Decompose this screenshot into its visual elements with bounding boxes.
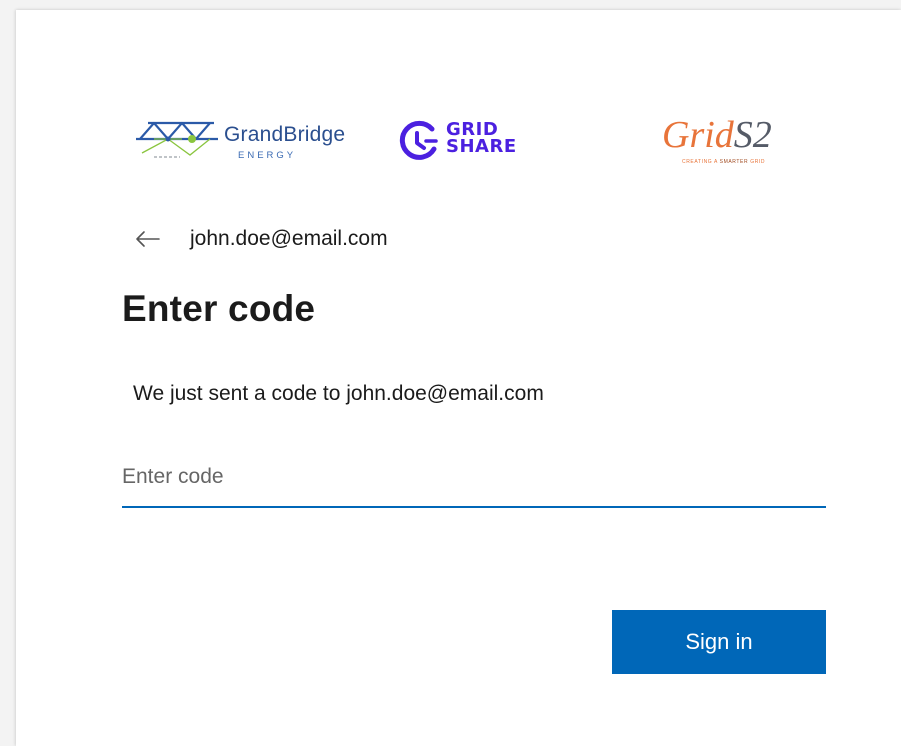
gridshare-logo-text: GRID SHARE bbox=[446, 121, 517, 157]
gridshare-logo: GRID SHARE bbox=[396, 119, 536, 165]
identity-banner: john.doe@email.com bbox=[134, 222, 388, 256]
page-title: Enter code bbox=[122, 288, 316, 329]
back-button[interactable] bbox=[134, 222, 168, 256]
gridshare-logo-line2: SHARE bbox=[446, 136, 517, 157]
page-background: GrandBridge ENERGY GRID SHARE GridS2 CRE… bbox=[0, 0, 901, 746]
grandbridge-logo-text: GrandBridge bbox=[224, 123, 346, 146]
arrow-left-icon bbox=[136, 231, 160, 247]
grandbridge-logo-subtext: ENERGY bbox=[238, 150, 297, 161]
code-field-container bbox=[122, 450, 826, 508]
sign-in-button[interactable]: Sign in bbox=[612, 610, 826, 674]
grids2-logo-text: GridS2 bbox=[662, 113, 772, 157]
code-sent-description: We just sent a code to john.doe@email.co… bbox=[133, 382, 544, 405]
grandbridge-logo: GrandBridge ENERGY bbox=[134, 117, 384, 169]
grids2-tagline-c: GRID bbox=[750, 159, 766, 165]
bridge-truss-icon bbox=[136, 121, 218, 158]
grids2-logo-text-a: Grid bbox=[662, 114, 734, 156]
identity-email: john.doe@email.com bbox=[190, 227, 388, 250]
code-input[interactable] bbox=[122, 450, 826, 504]
plug-clock-icon bbox=[399, 120, 438, 160]
signin-card: GrandBridge ENERGY GRID SHARE GridS2 CRE… bbox=[16, 10, 901, 746]
brand-logos: GrandBridge ENERGY GRID SHARE GridS2 CRE… bbox=[134, 113, 814, 173]
grids2-logo-tagline: CREATING A SMARTER GRID bbox=[682, 159, 765, 165]
grids2-tagline-a: CREATING A bbox=[682, 159, 718, 165]
grids2-tagline-b: SMARTER bbox=[719, 159, 749, 165]
grids2-logo: GridS2 CREATING A SMARTER GRID bbox=[662, 113, 812, 173]
grids2-logo-text-b: S2 bbox=[733, 114, 772, 156]
